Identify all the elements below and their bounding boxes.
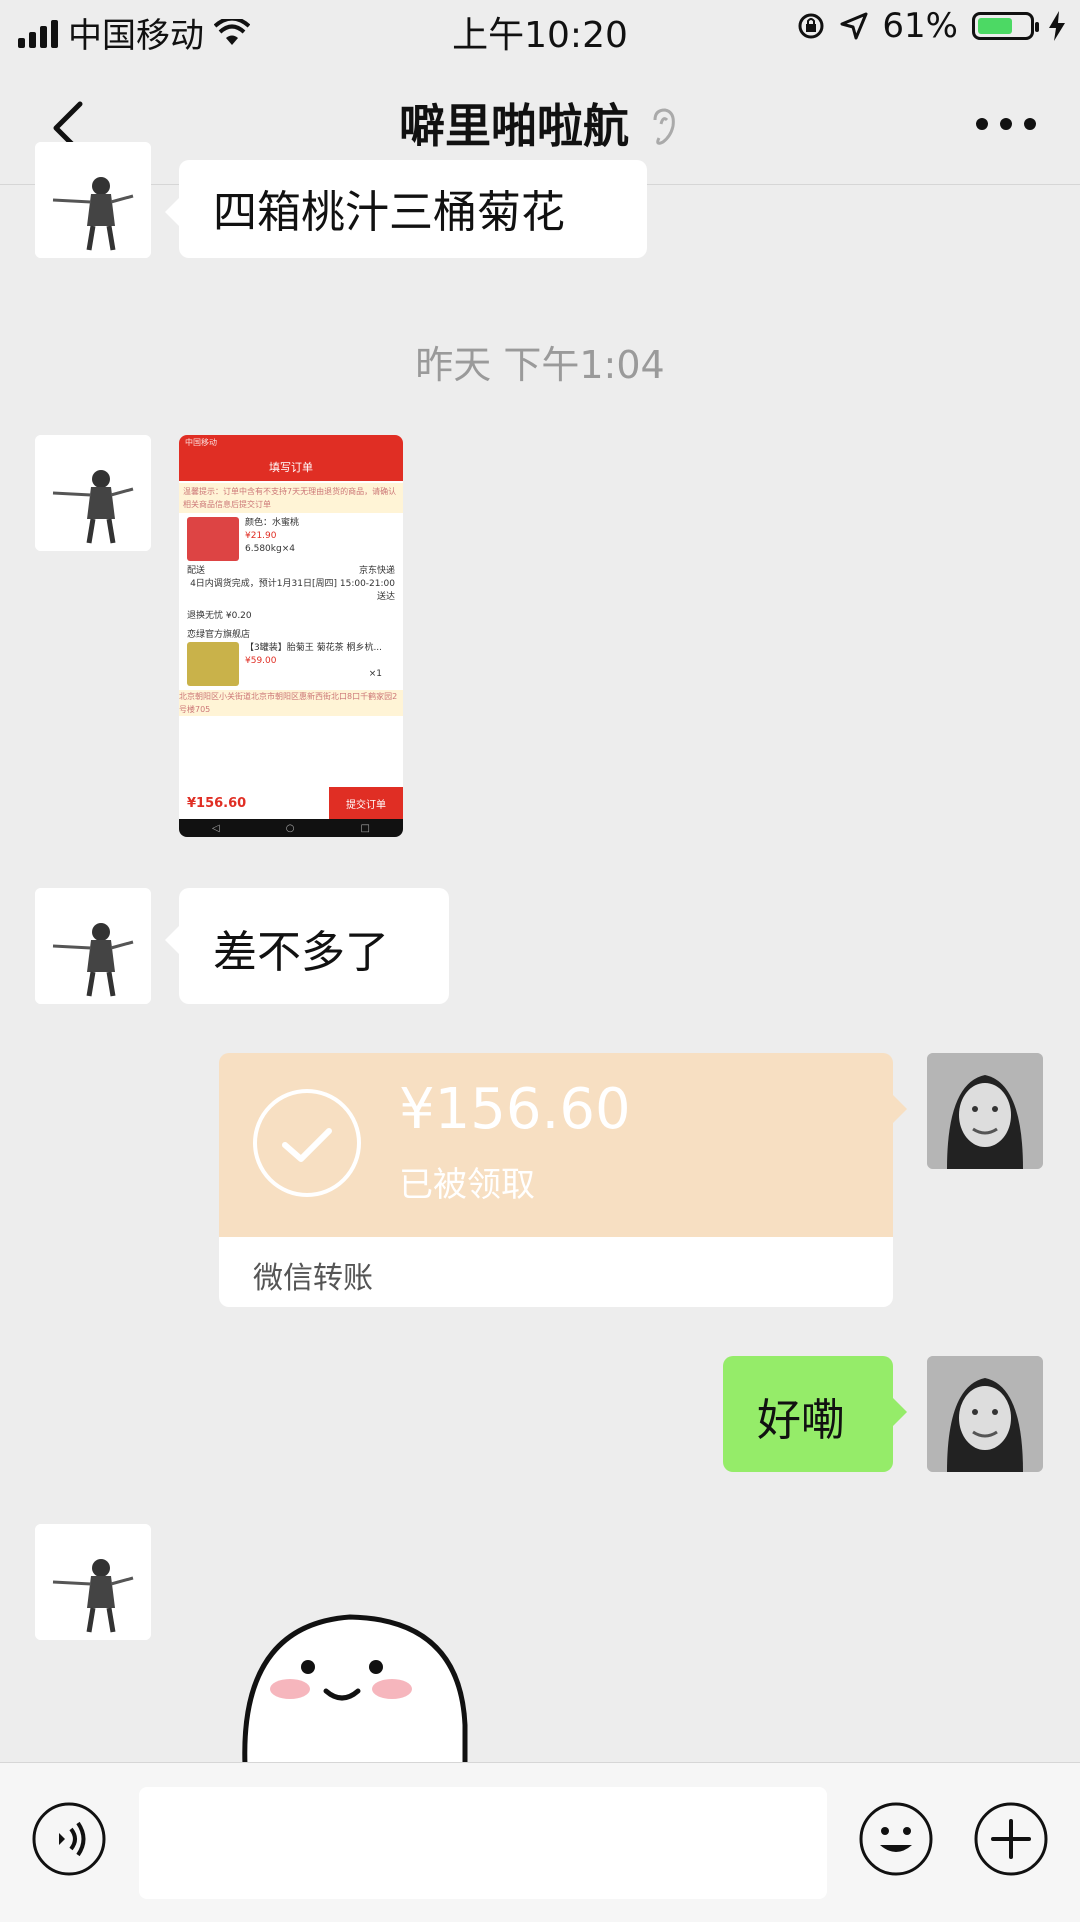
nav-home-glyph: ○ (285, 822, 295, 834)
my-message-bubble[interactable]: 好嘞 (723, 1356, 907, 1472)
message-text: 好嘞 (757, 1395, 845, 1446)
message-text: 差不多了 (213, 927, 389, 978)
message-bubble[interactable]: 四箱桃汁三桶菊花 (165, 160, 647, 258)
delivery-info: 4日内调货完成，预计1月31日[周四] 15:00-21:00送达 (190, 579, 395, 602)
transfer-status: 已被领取 (399, 1165, 535, 1205)
nav-back-glyph: ◁ (212, 822, 220, 834)
screenshot-body: 温馨提示：订单中含有不支持7天无理由退货的商品，请确认相关商品信息后提交订单 颜… (179, 481, 403, 718)
screenshot-submit: 提交订单 (329, 787, 403, 819)
item-qty: ×1 (368, 669, 383, 679)
message-bubble[interactable]: 差不多了 (165, 888, 449, 1004)
delivery-row: 配送 京东快递 (187, 565, 395, 578)
nav-recent-glyph: □ (360, 822, 370, 834)
my-avatar[interactable] (927, 1356, 1043, 1472)
address-row: 北京朝阳区小关街道北京市朝阳区惠新西街北口8口千鹤家园2号楼705 (179, 690, 403, 716)
delivery-label: 配送 (187, 566, 206, 576)
orientation-lock-icon (798, 13, 824, 39)
more-icon[interactable] (976, 114, 1036, 134)
ear-icon (651, 106, 681, 152)
charging-icon (1049, 11, 1065, 41)
product-thumbnail (187, 517, 239, 561)
input-bar (0, 1762, 1080, 1922)
insurance-row: 退换无忧 ¥0.20 (187, 611, 252, 621)
wechat-transfer-card[interactable]: ¥156.60 已被领取 微信转账 (219, 1053, 907, 1307)
voice-icon[interactable] (31, 1801, 107, 1877)
screenshot-footer: ¥156.60 提交订单 (179, 787, 403, 819)
add-icon[interactable] (973, 1801, 1049, 1877)
item-price: ¥21.90 (245, 531, 277, 541)
screenshot-title: 填写订单 (269, 461, 313, 474)
screenshot-header: 中国移动 填写订单 (179, 435, 403, 481)
screenshot-notice: 温馨提示：订单中含有不支持7天无理由退货的商品，请确认相关商品信息后提交订单 (179, 483, 403, 513)
message-timestamp: 昨天 下午1:04 (415, 343, 665, 387)
screenshot-item-row: 【3罐装】胎菊王 菊花茶 桐乡杭... ¥59.00 ×1 (187, 642, 395, 686)
location-icon (840, 12, 868, 40)
screenshot-total: ¥156.60 (187, 795, 247, 811)
screenshot-status: 中国移动 (185, 438, 217, 447)
friend-avatar[interactable] (35, 142, 151, 258)
order-screenshot-image[interactable]: 中国移动 填写订单 温馨提示：订单中含有不支持7天无理由退货的商品，请确认相关商… (179, 435, 403, 837)
transfer-footer: 微信转账 (219, 1237, 893, 1307)
transfer-top: ¥156.60 已被领取 (219, 1053, 907, 1237)
check-circle-icon (253, 1089, 361, 1197)
item-weight: 6.580kg×4 (245, 544, 295, 554)
screenshot-item-row: 颜色：水蜜桃 ¥21.90 6.580kg×4 (187, 517, 395, 561)
my-avatar[interactable] (927, 1053, 1043, 1169)
friend-avatar[interactable] (35, 435, 151, 551)
battery-icon (972, 12, 1039, 40)
message-input[interactable] (139, 1787, 827, 1899)
friend-avatar[interactable] (35, 888, 151, 1004)
product-thumbnail (187, 642, 239, 686)
chat-title-wrap: 噼里啪啦航 (0, 90, 1080, 156)
status-bar: 中国移动 上午10:20 61% (0, 0, 1080, 60)
transfer-label: 微信转账 (253, 1261, 373, 1296)
transfer-amount: ¥156.60 (399, 1077, 631, 1142)
item-price: ¥59.00 (245, 656, 277, 666)
chat-title: 噼里啪啦航 (398, 99, 629, 153)
sticker-image[interactable] (240, 1605, 480, 1765)
item-color: 颜色：水蜜桃 (245, 518, 300, 528)
status-right: 61% (796, 6, 1066, 46)
item-title: 【3罐装】胎菊王 菊花茶 桐乡杭... (245, 643, 383, 653)
delivery-carrier: 京东快递 (358, 566, 395, 576)
shop-name: 恋绿官方旗舰店 (187, 630, 251, 640)
friend-avatar[interactable] (35, 1524, 151, 1640)
message-text: 四箱桃汁三桶菊花 (213, 187, 565, 238)
battery-percent: 61% (882, 6, 958, 46)
emoji-icon[interactable] (858, 1801, 934, 1877)
screenshot-navbar: ◁ ○ □ (179, 819, 403, 837)
